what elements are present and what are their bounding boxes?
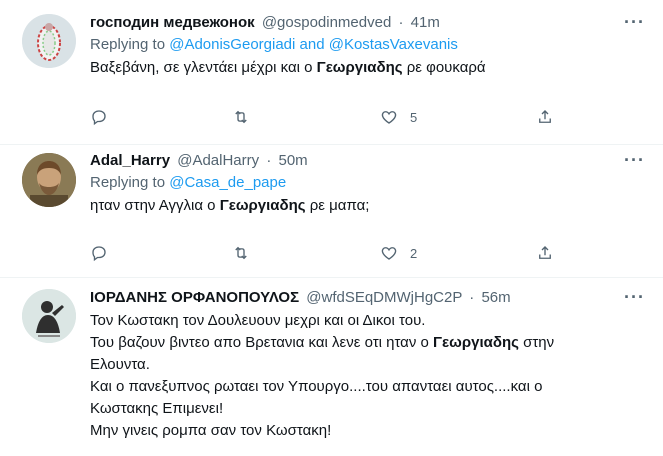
tweet-text-part: ρε φουκαρά [402,59,486,76]
replying-to-links[interactable]: @Casa_de_pape [169,174,286,191]
replying-to-links[interactable]: @AdonisGeorgiadi and @KostasVaxevanis [169,36,458,53]
user-handle[interactable]: @AdalHarry [177,152,259,169]
tweet-header: ΙΟΡΔΑΝΗΣ ΟΡΦΑΝΟΠΟΥΛΟΣ @wfdSEqDMWjHgC2P ·… [90,288,649,310]
replying-to-label: Replying to [90,36,166,53]
tweet[interactable]: господин медвежонок @gospodinmedved · 41… [0,0,663,145]
share-icon [539,110,551,123]
like-button[interactable]: 2 [380,241,417,265]
tweet[interactable]: Adal_Harry @AdalHarry · 50m Replying to … [0,145,663,278]
like-button[interactable]: 5 [380,105,417,129]
tweet-text: Βαξεβάνη, σε γλεντάει μέχρι και ο Γεωργι… [90,57,649,79]
reply-button[interactable] [90,105,120,129]
share-icon [539,246,551,259]
tweet-text-line: Κωστακης Επιμενει! [90,400,224,417]
like-count: 5 [410,109,418,125]
more-icon[interactable]: ··· [624,12,645,33]
separator-dot: · [398,14,404,31]
tweet-text-highlight: Γεωργιαδης [316,59,403,76]
tweet-text-line: Τον Κωστακη τον Δουλευουν μεχρι και οι Δ… [90,312,426,329]
like-icon [381,111,397,124]
tweet[interactable]: ΙΟΡΔΑΝΗΣ ΟΡΦΑΝΟΠΟΥΛΟΣ @wfdSEqDMWjHgC2P ·… [0,278,663,456]
separator-dot: · [266,152,272,169]
separator-dot: · [469,289,475,306]
tweet-text-highlight: Γεωργιαδης [219,197,306,214]
user-handle[interactable]: @wfdSEqDMWjHgC2P [306,289,462,306]
tweet-text-part: στην [518,334,555,351]
timestamp[interactable]: 41m [411,14,440,31]
tweet-text-line: Ελουντα. [90,356,150,373]
reply-icon [92,246,106,262]
retweet-icon [235,246,247,260]
reply-icon [92,110,106,126]
replying-to: Replying to @Casa_de_pape [90,173,649,195]
tweet-text-part: Βαξεβάνη, σε γλεντάει μέχρι και ο [90,59,317,76]
tweet-text: ηταν στην Αγγλια ο Γεωργιαδης ρε μαπα; [90,195,649,217]
timestamp[interactable]: 56m [481,289,510,306]
reply-button[interactable] [90,241,120,265]
timestamp[interactable]: 50m [278,152,307,169]
tweet-text-line: Μην γινεις ρομπα σαν τον Κωστακη! [90,422,332,439]
retweet-icon [235,110,247,124]
tweet-header: Adal_Harry @AdalHarry · 50m [90,151,649,173]
tweet-text-part: ρε μαπα; [305,197,370,214]
retweet-button[interactable] [232,241,262,265]
more-icon[interactable]: ··· [624,150,645,171]
tweet-text: Τον Κωστακη τον Δουλευουν μεχρι και οι Δ… [90,310,649,442]
tweet-text-line: Και ο πανεξυπνος ρωταει τον Υπουργο....τ… [90,378,543,395]
tweet-actions: 5 [90,105,560,129]
display-name[interactable]: господин медвежонок [90,14,255,31]
like-icon [381,247,397,260]
replying-to-label: Replying to [90,174,166,191]
display-name[interactable]: Adal_Harry [90,152,170,169]
replying-to: Replying to @AdonisGeorgiadi and @Kostas… [90,35,649,57]
tweet-text-part: ηταν στην Αγγλια ο [90,197,220,214]
avatar[interactable] [22,289,76,343]
tweet-text-highlight: Γεωργιαδης [433,334,519,351]
like-count: 2 [410,245,418,261]
tweet-text-part: Του βαζουν βιντεο απο Βρετανια και λενε … [90,334,434,351]
display-name[interactable]: ΙΟΡΔΑΝΗΣ ΟΡΦΑΝΟΠΟΥΛΟΣ [90,289,299,306]
retweet-button[interactable] [232,105,262,129]
avatar[interactable] [22,14,76,68]
more-icon[interactable]: ··· [624,287,645,308]
share-button[interactable] [536,241,554,265]
tweet-actions: 2 [90,241,560,265]
tweet-text-line: Του βαζουν βιντεο απο Βρετανια και λενε … [90,332,649,354]
user-handle[interactable]: @gospodinmedved [262,14,391,31]
avatar[interactable] [22,153,76,207]
tweet-header: господин медвежонок @gospodinmedved · 41… [90,13,649,35]
share-button[interactable] [536,105,554,129]
